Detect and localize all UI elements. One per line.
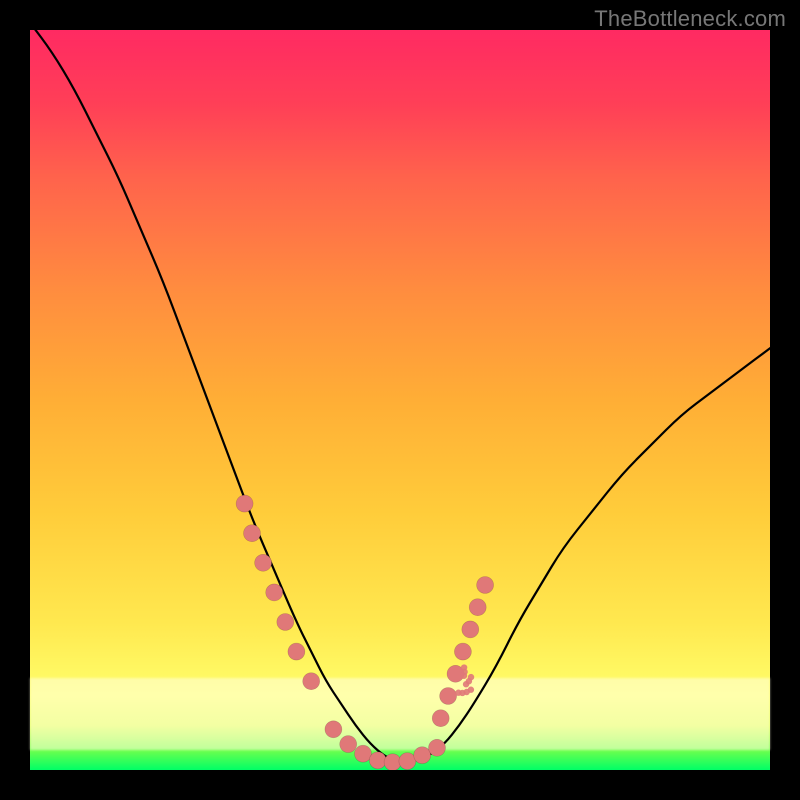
marker-dot [288, 643, 305, 660]
marker-dot [384, 754, 401, 770]
marker-dot [469, 599, 486, 616]
marker-dot [244, 525, 261, 542]
marker-dot [325, 721, 342, 738]
marker-dot [429, 739, 446, 756]
marker-dot [462, 621, 479, 638]
flake-dot [461, 664, 467, 670]
marker-dot [266, 584, 283, 601]
marker-dot [369, 752, 386, 769]
marker-dot [399, 753, 416, 770]
markers-group [236, 495, 494, 770]
marker-dot [454, 643, 471, 660]
marker-dot [303, 673, 320, 690]
marker-dot [236, 495, 253, 512]
flake-dot [468, 687, 474, 693]
marker-dot [414, 747, 431, 764]
marker-dot [355, 745, 372, 762]
chart-frame [30, 30, 770, 770]
marker-dot [440, 688, 457, 705]
marker-dot [277, 614, 294, 631]
flake-dot [468, 674, 474, 680]
bottleneck-curve [30, 30, 770, 762]
marker-dot [432, 710, 449, 727]
watermark-text: TheBottleneck.com [594, 6, 786, 32]
marker-dot [340, 736, 357, 753]
chart-plot [30, 30, 770, 770]
marker-dot [477, 577, 494, 594]
marker-dot [255, 554, 272, 571]
